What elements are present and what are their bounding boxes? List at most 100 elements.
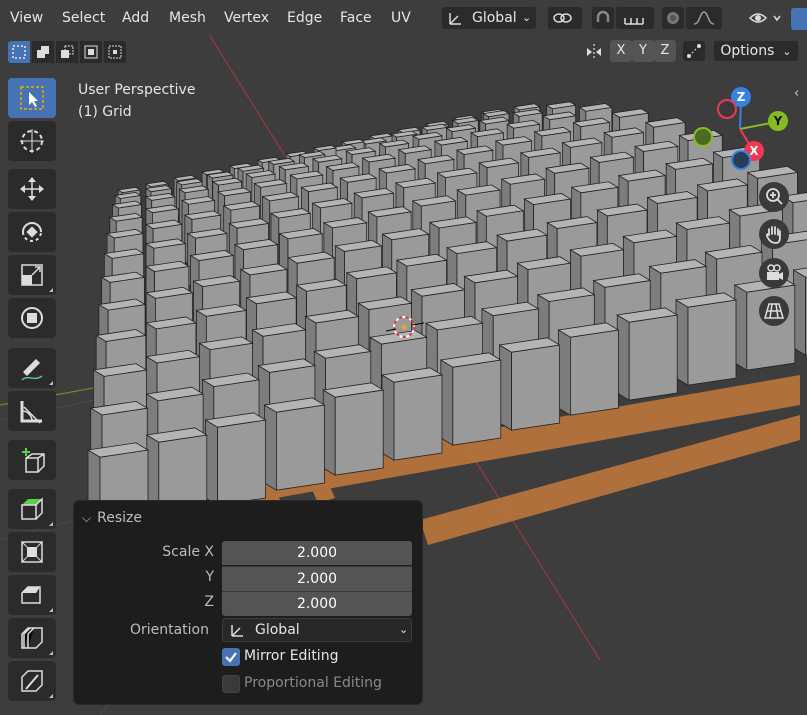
tool-select-box[interactable] <box>8 78 56 118</box>
falloff-dropdown[interactable] <box>685 6 723 30</box>
add-cube-icon <box>22 448 45 473</box>
tool-annotate[interactable] <box>8 348 56 388</box>
scale-z-label: Z <box>204 594 214 610</box>
topology-mirror-button[interactable] <box>682 40 706 62</box>
view-name: User Perspective <box>78 82 196 98</box>
menu-uv[interactable]: UV <box>387 7 415 29</box>
proportional-edit-toggle[interactable] <box>661 6 685 30</box>
menu-face[interactable]: Face <box>336 7 376 29</box>
scale-z-field[interactable]: 2.000 <box>222 591 412 616</box>
box-side-face <box>499 344 513 431</box>
box-side-face <box>263 404 277 491</box>
select-mode-intersect[interactable] <box>103 40 127 64</box>
menu-mesh[interactable]: Mesh <box>165 7 210 29</box>
snap-target-dropdown[interactable] <box>615 6 655 30</box>
tool-extrude[interactable] <box>8 489 56 529</box>
resize-operator-panel: ⌵ Resize Scale X Y Z 2.000 2.000 2.000 Or… <box>73 500 423 705</box>
select-intersect-icon <box>108 45 122 59</box>
transform-orientation-dropdown[interactable]: Global ⌄ <box>441 6 537 30</box>
tool-bevel[interactable] <box>8 575 56 615</box>
tool-move[interactable] <box>8 169 56 209</box>
mirror-y-button[interactable]: Y <box>632 40 654 62</box>
menu-vertex[interactable]: Vertex <box>220 7 273 29</box>
mirror-editing-checkbox[interactable] <box>222 648 240 666</box>
tool-inset[interactable] <box>8 532 56 572</box>
more-tools-corner <box>49 381 53 385</box>
select-mode-invert[interactable] <box>79 40 103 64</box>
cursor-icon <box>20 129 44 153</box>
grid-perspective-icon <box>764 303 784 319</box>
snap-toggle[interactable] <box>591 6 615 30</box>
inset-icon <box>21 541 43 563</box>
camera-view-button[interactable] <box>759 258 789 288</box>
overlay-toggle[interactable] <box>791 8 807 30</box>
box-front-face <box>511 344 560 431</box>
select-mode-subtract[interactable] <box>55 40 79 64</box>
move-icon <box>20 177 44 201</box>
chevron-down-icon: ⌄ <box>399 623 409 636</box>
magnifier-plus-icon <box>766 188 783 205</box>
box-side-face <box>675 299 689 386</box>
gizmo-neg-z-axis[interactable] <box>731 150 751 170</box>
tool-add-cube[interactable] <box>8 440 56 480</box>
options-dropdown[interactable]: Options ⌄ <box>713 40 799 62</box>
chevron-down-icon: ⌄ <box>522 11 532 24</box>
gizmo-neg-y-axis[interactable] <box>693 127 713 147</box>
scale-y-field[interactable]: 2.000 <box>222 566 412 591</box>
eye-icon <box>748 13 781 23</box>
orientation-dropdown[interactable]: Global ⌄ <box>222 618 412 642</box>
select-box-icon <box>20 86 44 110</box>
tool-transform[interactable] <box>8 298 56 338</box>
tool-measure[interactable] <box>8 391 56 431</box>
select-mode-extend[interactable] <box>31 40 55 64</box>
tool-knife[interactable] <box>8 661 56 701</box>
hand-icon <box>766 226 781 244</box>
select-invert-icon <box>84 45 98 59</box>
scale-x-field[interactable]: 2.000 <box>222 541 412 565</box>
proportional-icon <box>667 12 679 24</box>
gizmo-y-axis[interactable]: Y <box>768 111 788 131</box>
topology-icon <box>687 44 701 58</box>
menu-edge[interactable]: Edge <box>283 7 326 29</box>
box-side-face <box>793 269 806 356</box>
tool-cursor[interactable] <box>8 121 56 161</box>
gizmo-neg-x-axis[interactable] <box>717 99 737 119</box>
box-front-face <box>687 299 737 386</box>
tool-scale[interactable] <box>8 255 56 295</box>
pan-button[interactable] <box>759 219 789 249</box>
mirror-z-button[interactable]: Z <box>654 40 676 62</box>
sidebar-toggle-arrow-icon[interactable]: ‹ <box>794 86 807 104</box>
rotate-icon <box>22 222 42 242</box>
box-side-face <box>440 359 454 446</box>
menu-select[interactable]: Select <box>58 7 109 29</box>
ortho-toggle-button[interactable] <box>759 296 789 326</box>
box-front-face <box>334 389 384 476</box>
viewport-info: User Perspective (1) Grid <box>78 79 195 123</box>
box-front-face <box>217 419 267 506</box>
proportional-editing-checkbox[interactable] <box>222 675 240 693</box>
knife-icon <box>21 670 43 692</box>
mirror-x-button[interactable]: X <box>610 40 632 62</box>
pivot-point-dropdown[interactable] <box>547 6 583 30</box>
bevel-icon <box>21 586 41 604</box>
tool-rotate[interactable] <box>8 212 56 252</box>
ruler-icon <box>20 401 42 424</box>
more-tools-corner <box>49 694 53 698</box>
transform-icon <box>21 307 43 329</box>
zoom-button[interactable] <box>759 182 789 212</box>
box-side-face <box>616 314 630 401</box>
select-mode-new[interactable] <box>7 40 31 64</box>
visibility-dropdown[interactable] <box>744 6 788 30</box>
extrude-icon <box>21 497 43 520</box>
checkmark-icon <box>225 652 237 663</box>
box-side-face <box>205 419 219 506</box>
menu-add[interactable]: Add <box>118 7 153 29</box>
mirror-editing-label: Mirror Editing <box>244 648 339 664</box>
menu-view[interactable]: View <box>6 7 47 29</box>
scale-y-label: Y <box>205 569 214 585</box>
chevron-down-icon: ⌄ <box>782 44 792 58</box>
panel-header[interactable]: ⌵ Resize <box>82 507 142 529</box>
select-new-icon <box>12 45 26 59</box>
tool-loop-cut[interactable] <box>8 618 56 658</box>
box-front-face <box>275 404 325 491</box>
